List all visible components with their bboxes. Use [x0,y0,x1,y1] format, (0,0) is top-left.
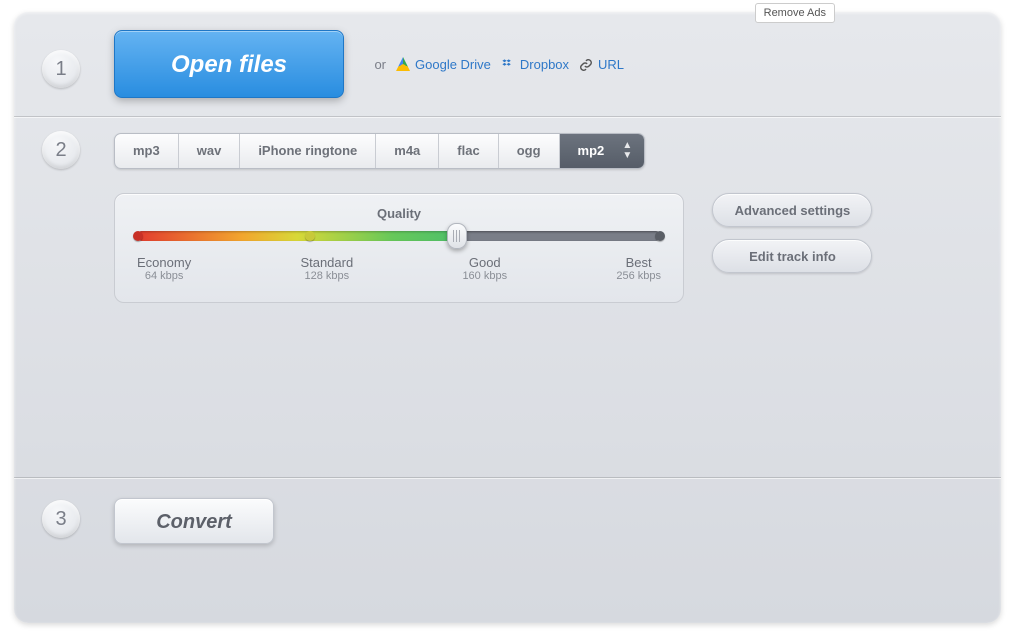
open-files-button[interactable]: Open files [114,30,344,98]
google-drive-link[interactable]: Google Drive [396,57,491,72]
quality-panel: Quality Economy 64 kbps Standard 128 [114,193,684,303]
quality-label-good: Good 160 kbps [462,255,507,282]
dropbox-label: Dropbox [520,57,569,72]
remove-ads-button[interactable]: Remove Ads [755,3,835,23]
step-2-section: 2 mp3 wav iPhone ringtone m4a flac ogg m… [14,117,1001,477]
quality-name: Standard [300,255,353,270]
format-mp3[interactable]: mp3 [115,134,179,168]
step-1-section: 1 Open files or Google Drive Dropbox URL [14,12,1001,116]
quality-rate: 256 kbps [616,270,661,282]
step-3-badge: 3 [42,500,80,538]
quality-rate: 64 kbps [137,270,191,282]
google-drive-icon [396,57,410,71]
edit-track-info-button[interactable]: Edit track info [712,239,872,273]
converter-panel: 1 Open files or Google Drive Dropbox URL [14,12,1001,623]
convert-button[interactable]: Convert [114,498,274,544]
quality-name: Economy [137,255,191,270]
step-3-section: 3 Convert [14,478,1001,568]
format-mp2-label: mp2 [578,143,605,158]
format-wav[interactable]: wav [179,134,241,168]
quality-name: Best [626,255,652,270]
quality-tick-economy [133,231,143,241]
quality-rate: 128 kbps [300,270,353,282]
quality-labels: Economy 64 kbps Standard 128 kbps Good 1… [137,255,661,282]
link-icon [579,56,593,72]
quality-label-standard: Standard 128 kbps [300,255,353,282]
url-link[interactable]: URL [579,56,624,72]
quality-slider-handle[interactable] [447,223,467,249]
format-tabs: mp3 wav iPhone ringtone m4a flac ogg mp2… [114,133,645,169]
quality-slider-track[interactable] [137,231,661,241]
dropbox-link[interactable]: Dropbox [501,56,569,72]
advanced-settings-button[interactable]: Advanced settings [712,193,872,227]
quality-name: Good [469,255,501,270]
quality-label-best: Best 256 kbps [616,255,661,282]
format-flac[interactable]: flac [439,134,498,168]
source-links: or Google Drive Dropbox URL [374,56,624,72]
quality-label-economy: Economy 64 kbps [137,255,191,282]
quality-rate: 160 kbps [462,270,507,282]
or-label: or [374,57,386,72]
format-ogg[interactable]: ogg [499,134,560,168]
quality-slider-fill [137,231,457,241]
step-2-badge: 2 [42,131,80,169]
dropbox-icon [501,56,515,72]
quality-title: Quality [137,206,661,221]
side-buttons: Advanced settings Edit track info [712,193,872,285]
chevron-updown-icon: ▲▼ [622,141,632,161]
format-iphone-ringtone[interactable]: iPhone ringtone [240,134,376,168]
google-drive-label: Google Drive [415,57,491,72]
quality-tick-standard [305,231,315,241]
format-mp2[interactable]: mp2 ▲▼ [560,134,645,168]
url-label: URL [598,57,624,72]
quality-tick-best [655,231,665,241]
step-1-badge: 1 [42,50,80,88]
format-m4a[interactable]: m4a [376,134,439,168]
